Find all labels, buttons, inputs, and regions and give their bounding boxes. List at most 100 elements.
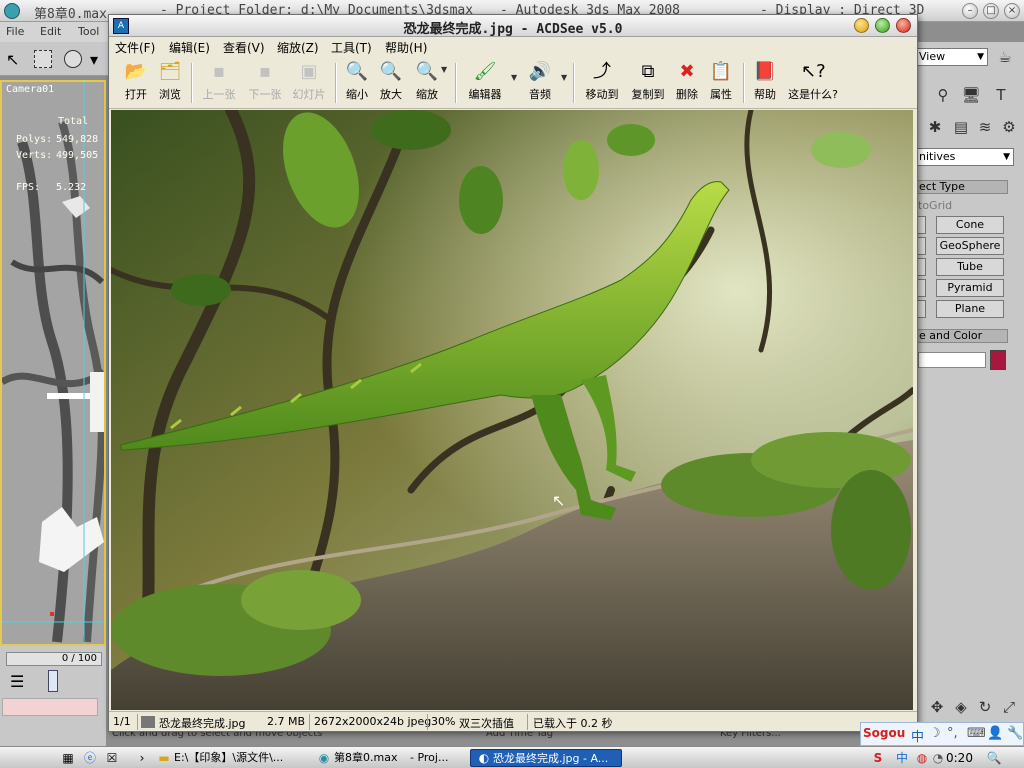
name-and-color-rollout[interactable]: e and Color — [916, 329, 1008, 343]
select-region-icon[interactable] — [34, 50, 52, 68]
menu-edit[interactable]: 编辑(E) — [169, 39, 210, 56]
taskbar-item-acdsee[interactable]: 恐龙最终完成.jpg - A... — [470, 749, 622, 767]
apple-start-icon[interactable] — [20, 750, 36, 766]
plane-button[interactable]: Plane — [936, 300, 1004, 318]
time-slider[interactable]: 0 / 100 — [6, 652, 102, 666]
open-button[interactable]: 📂 打开 — [119, 61, 153, 105]
user-icon[interactable]: 👤 — [987, 726, 1003, 741]
menu-file[interactable]: 文件(F) — [115, 39, 155, 56]
stats-polys-label: Polys: — [16, 134, 53, 145]
zoom-out-button[interactable]: 🔍 缩小 — [341, 61, 373, 105]
chevron-down-icon[interactable]: ▾ — [90, 50, 98, 69]
camera-viewport[interactable]: Camera01 Total Polys: 549,828 Verts: 499… — [0, 80, 106, 646]
chevron-right-icon[interactable]: › — [134, 750, 150, 766]
cameras-icon[interactable]: ▤ — [950, 116, 972, 138]
max-maximize-button[interactable]: □ — [983, 3, 999, 19]
utilities-hammer-icon[interactable]: T — [990, 84, 1012, 106]
delete-button[interactable]: ✖ 删除 — [671, 61, 703, 105]
moon-icon[interactable]: ☽ — [929, 726, 941, 741]
ime-logo[interactable]: Sogou — [863, 726, 905, 740]
max-minimize-button[interactable]: – — [962, 3, 978, 19]
help-button[interactable]: 📕 帮助 — [749, 61, 781, 105]
max-close-button[interactable]: × — [1004, 3, 1020, 19]
zoom-button[interactable]: 🔍 缩放 — [411, 61, 443, 105]
taskbar-item-max[interactable]: 第8章0.max — [334, 749, 404, 767]
next-image-button[interactable]: ▪ 下一张 — [243, 61, 287, 105]
arc-rotate-icon[interactable]: ◈ — [950, 696, 972, 718]
geosphere-button[interactable]: GeoSphere — [936, 237, 1004, 255]
max-title-file: 第8章0.max — [34, 7, 107, 22]
close-button[interactable] — [896, 18, 911, 33]
slideshow-button[interactable]: ▣ 幻灯片 — [287, 61, 331, 105]
tube-button[interactable]: Tube — [936, 258, 1004, 276]
zoom-dropdown-arrow[interactable]: ▼ — [441, 65, 447, 74]
object-type-rollout[interactable]: ect Type — [916, 180, 1008, 194]
taskbar-item-explorer[interactable]: E:\【印象】\源文件\... — [174, 749, 304, 767]
primitives-dropdown[interactable]: nitives ▼ — [916, 148, 1014, 166]
volume-icon[interactable]: ◔ — [930, 750, 946, 766]
minimize-button[interactable] — [854, 18, 869, 33]
select-object-icon[interactable] — [64, 50, 82, 68]
clock[interactable]: 0:20 — [946, 749, 973, 767]
max-menu-file[interactable]: File — [6, 25, 24, 38]
search-icon[interactable]: 🔍 — [986, 750, 1002, 766]
punctuation-icon[interactable]: °, — [947, 726, 958, 741]
maximize-viewport-icon[interactable]: ⤢ — [998, 696, 1020, 718]
lights-icon[interactable]: ✱ — [924, 116, 946, 138]
keyboard-icon[interactable]: ⌨ — [967, 726, 986, 741]
stats-verts-label: Verts: — [16, 150, 53, 161]
zoom-out-icon: 🔍 — [345, 61, 369, 82]
sogou-tray-icon[interactable]: S — [870, 750, 886, 766]
autogrid-checkbox[interactable]: toGrid — [918, 199, 952, 212]
editor-dropdown-arrow[interactable]: ▼ — [511, 73, 517, 82]
systems-icon[interactable]: ⚙ — [998, 116, 1020, 138]
image-viewer[interactable]: ↖ — [111, 110, 913, 710]
acdsee-title-bar[interactable]: A 恐龙最终完成.jpg - ACDSee v5.0 — [109, 15, 917, 37]
viewport-dropdown[interactable]: View ▼ — [916, 48, 988, 66]
cone-button[interactable]: Cone — [936, 216, 1004, 234]
script-listener-box[interactable] — [2, 698, 98, 716]
object-color-swatch[interactable] — [990, 350, 1006, 370]
browser-icon[interactable]: ⓔ — [82, 750, 98, 766]
max-menu-tools[interactable]: Tool — [78, 25, 99, 38]
zoom-in-button[interactable]: 🔍 放大 — [375, 61, 407, 105]
properties-button[interactable]: 📋 属性 — [705, 61, 737, 105]
object-name-field[interactable] — [918, 352, 986, 368]
max-menu-edit[interactable]: Edit — [40, 25, 61, 38]
move-to-button[interactable]: ⤴ 移动到 — [581, 61, 623, 105]
whats-this-button[interactable]: ↖? 这是什么? — [783, 61, 843, 105]
display-icon[interactable]: 🖥 — [960, 84, 982, 106]
stats-fps-value: 5.232 — [56, 182, 87, 193]
hierarchy-icon[interactable]: ⚲ — [932, 84, 954, 106]
menu-tools[interactable]: 工具(T) — [331, 39, 372, 56]
menu-view[interactable]: 查看(V) — [223, 39, 265, 56]
network-icon[interactable]: ◍ — [914, 750, 930, 766]
maximize-button[interactable] — [875, 18, 890, 33]
orbit-icon[interactable]: ↻ — [974, 696, 996, 718]
pyramid-button[interactable]: Pyramid — [936, 279, 1004, 297]
wrench-icon[interactable]: 🔧 — [1007, 726, 1023, 741]
select-pointer-icon[interactable]: ↖ — [6, 50, 19, 69]
browse-button[interactable]: 🗂 浏览 — [153, 61, 187, 105]
copy-to-button[interactable]: ⧉ 复制到 — [627, 61, 669, 105]
menu-zoom[interactable]: 缩放(Z) — [277, 39, 319, 56]
quicklaunch-icon[interactable]: ☒ — [104, 750, 120, 766]
acdsee-window: A 恐龙最终完成.jpg - ACDSee v5.0 文件(F) 编辑(E) 查… — [108, 14, 918, 732]
menu-help[interactable]: 帮助(H) — [385, 39, 427, 56]
audio-button[interactable]: 🔊 音频 — [523, 61, 557, 105]
previous-image-button[interactable]: ▪ 上一张 — [197, 61, 241, 105]
move-to-icon: ⤴ — [593, 61, 611, 82]
timeline-marker[interactable] — [48, 670, 58, 692]
filmstrip-icon[interactable]: ☰ — [10, 672, 24, 691]
teapot-icon[interactable]: ☕ — [994, 46, 1016, 68]
taskbar-item-project[interactable]: - Proj... — [410, 749, 466, 767]
ime-mode[interactable]: 中 — [911, 726, 924, 745]
primitives-dropdown-value: nitives — [919, 150, 956, 163]
spacewarps-icon[interactable]: ≋ — [974, 116, 996, 138]
move-icon[interactable]: ✥ — [926, 696, 948, 718]
tray-mode-icon[interactable]: 中 — [894, 750, 910, 766]
audio-dropdown-arrow[interactable]: ▼ — [561, 73, 567, 82]
editor-button[interactable]: 🖌 编辑器 — [463, 61, 507, 105]
viewport-label[interactable]: Camera01 — [6, 84, 54, 95]
show-desktop-icon[interactable]: ▦ — [60, 750, 76, 766]
